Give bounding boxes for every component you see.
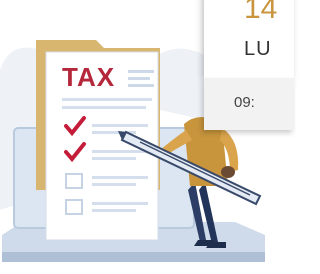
text-line	[62, 106, 146, 109]
checklist-line	[92, 176, 148, 179]
checklist-line	[92, 124, 148, 127]
title-line	[128, 84, 154, 87]
checklist-line	[92, 150, 148, 153]
text-line	[62, 98, 152, 101]
checklist-line	[92, 202, 148, 205]
event-date-card[interactable]: 14 LU	[204, 0, 294, 78]
event-day: 14	[244, 0, 278, 25]
checklist-line	[92, 183, 136, 186]
event-time: 09:	[234, 94, 255, 111]
person-hand	[221, 166, 235, 178]
event-month: LU	[244, 38, 272, 60]
empty-checkbox-icon	[65, 173, 83, 189]
event-time-bar: 09:	[204, 78, 294, 130]
document-title: TAX	[62, 62, 115, 92]
empty-checkbox-icon	[65, 199, 83, 215]
checklist-line	[92, 157, 136, 160]
tax-illustration: TAX 14 LU 09:	[0, 0, 294, 269]
title-line	[128, 77, 150, 80]
title-line	[128, 70, 154, 73]
laptop-base-edge	[2, 252, 265, 262]
checklist-line	[92, 209, 136, 212]
